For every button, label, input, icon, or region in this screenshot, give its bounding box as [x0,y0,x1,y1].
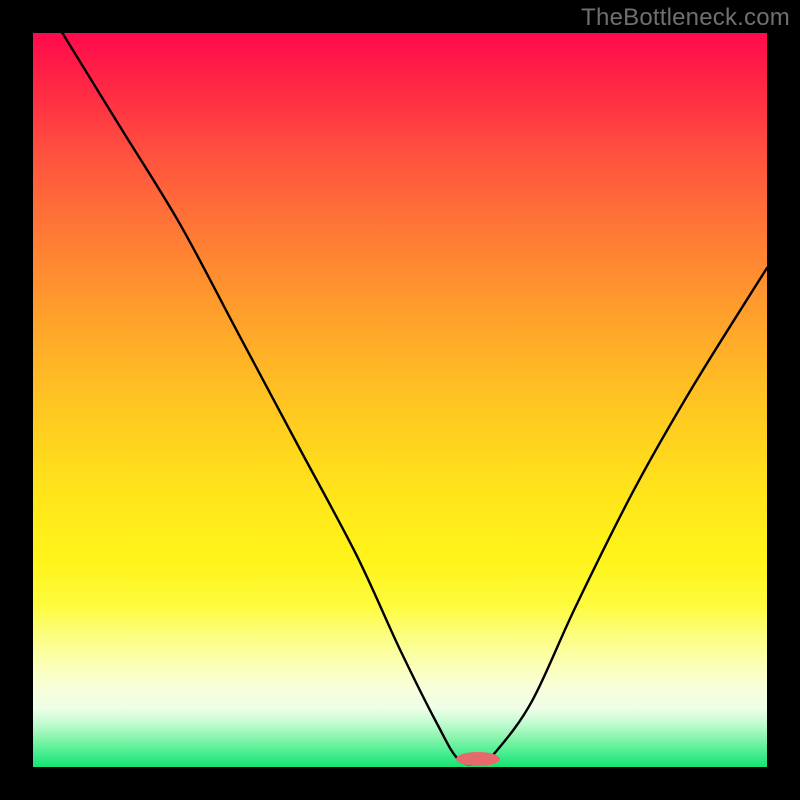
optimal-marker [456,752,500,766]
bottleneck-curve [62,33,767,765]
chart-frame: TheBottleneck.com [0,0,800,800]
watermark-text: TheBottleneck.com [581,4,790,32]
plot-svg [33,33,767,767]
plot-area [33,33,767,767]
